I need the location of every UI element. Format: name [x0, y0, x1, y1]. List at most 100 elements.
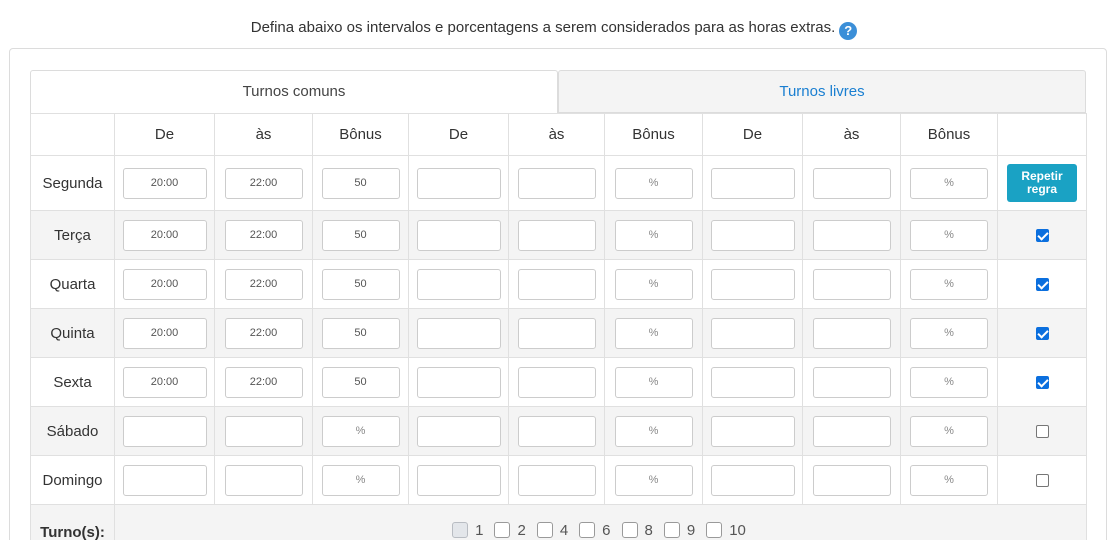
bonus-input[interactable] [321, 219, 400, 251]
to-input[interactable] [517, 167, 596, 199]
tab-turnos-comuns[interactable]: Turnos comuns [30, 70, 558, 113]
turno-checkbox[interactable] [494, 522, 511, 539]
to-input[interactable] [812, 415, 891, 447]
bonus-input[interactable] [614, 366, 693, 398]
from-input[interactable] [710, 219, 795, 251]
row-action-cell: Repetir regra [997, 155, 1087, 211]
to-input[interactable] [224, 415, 303, 447]
bonus-input[interactable] [614, 268, 693, 300]
tab-turnos-livres[interactable]: Turnos livres [558, 70, 1086, 113]
to-input[interactable] [517, 268, 596, 300]
table-cell [702, 155, 803, 211]
from-input[interactable] [416, 219, 501, 251]
from-input[interactable] [710, 167, 795, 199]
from-input[interactable] [122, 415, 207, 447]
to-input[interactable] [517, 317, 596, 349]
table-cell [900, 259, 998, 309]
to-input[interactable] [517, 219, 596, 251]
to-input[interactable] [812, 167, 891, 199]
to-input[interactable] [224, 317, 303, 349]
from-input[interactable] [416, 464, 501, 496]
column-header: Bônus [312, 113, 409, 156]
table-cell [802, 455, 901, 505]
bonus-input[interactable] [910, 464, 988, 496]
turno-option: 1 [452, 522, 483, 539]
from-input[interactable] [416, 167, 501, 199]
from-input[interactable] [710, 366, 795, 398]
table-cell [508, 210, 605, 260]
from-input[interactable] [122, 464, 207, 496]
turno-checkbox[interactable] [536, 522, 553, 539]
repeat-rule-checkbox[interactable] [1035, 376, 1049, 390]
help-icon[interactable]: ? [839, 22, 858, 40]
repeat-rule-checkbox[interactable] [1035, 327, 1049, 341]
turno-checkbox[interactable] [663, 522, 680, 539]
to-input[interactable] [812, 219, 891, 251]
bonus-input[interactable] [910, 415, 988, 447]
table-cell [802, 406, 901, 456]
to-input[interactable] [812, 366, 891, 398]
turno-option[interactable]: 9 [663, 522, 695, 539]
from-input[interactable] [122, 317, 207, 349]
turno-option-label: 1 [475, 521, 484, 539]
repeat-rule-checkbox[interactable] [1035, 425, 1049, 439]
from-input[interactable] [416, 268, 501, 300]
from-input[interactable] [710, 415, 795, 447]
bonus-input[interactable] [614, 464, 693, 496]
from-input[interactable] [416, 415, 501, 447]
turno-option[interactable]: 10 [706, 522, 746, 539]
bonus-input[interactable] [321, 464, 400, 496]
table-cell [214, 357, 313, 407]
bonus-input[interactable] [321, 366, 400, 398]
bonus-input[interactable] [910, 219, 988, 251]
bonus-input[interactable] [614, 317, 693, 349]
bonus-input[interactable] [614, 219, 693, 251]
table-cell [508, 357, 605, 407]
to-input[interactable] [517, 366, 596, 398]
turno-checkbox[interactable] [579, 522, 596, 539]
turno-option[interactable]: 6 [579, 522, 611, 539]
from-input[interactable] [416, 317, 501, 349]
from-input[interactable] [122, 219, 207, 251]
table-cell [312, 455, 409, 505]
to-input[interactable] [517, 464, 596, 496]
bonus-input[interactable] [614, 167, 693, 199]
from-input[interactable] [122, 167, 207, 199]
bonus-input[interactable] [321, 268, 400, 300]
turno-option[interactable]: 8 [621, 522, 653, 539]
from-input[interactable] [122, 366, 207, 398]
bonus-input[interactable] [614, 415, 693, 447]
bonus-input[interactable] [910, 167, 988, 199]
from-input[interactable] [710, 464, 795, 496]
repeat-rule-checkbox[interactable] [1035, 229, 1049, 243]
bonus-input[interactable] [321, 167, 400, 199]
turno-checkbox[interactable] [621, 522, 638, 539]
to-input[interactable] [812, 317, 891, 349]
to-input[interactable] [812, 464, 891, 496]
from-input[interactable] [710, 268, 795, 300]
to-input[interactable] [224, 219, 303, 251]
column-header: às [802, 113, 901, 156]
to-input[interactable] [812, 268, 891, 300]
to-input[interactable] [224, 167, 303, 199]
bonus-input[interactable] [910, 317, 988, 349]
bonus-input[interactable] [910, 366, 988, 398]
repeat-rule-checkbox[interactable] [1035, 278, 1049, 292]
to-input[interactable] [517, 415, 596, 447]
table-row: Terça [30, 210, 1087, 260]
turno-option[interactable]: 4 [536, 522, 568, 539]
bonus-input[interactable] [321, 317, 400, 349]
to-input[interactable] [224, 366, 303, 398]
turno-checkbox[interactable] [706, 522, 723, 539]
from-input[interactable] [122, 268, 207, 300]
bonus-input[interactable] [321, 415, 400, 447]
repeat-rule-button[interactable]: Repetir regra [1007, 164, 1077, 202]
repeat-rule-checkbox[interactable] [1035, 474, 1049, 488]
to-input[interactable] [224, 268, 303, 300]
from-input[interactable] [710, 317, 795, 349]
to-input[interactable] [224, 464, 303, 496]
table-cell [604, 455, 703, 505]
from-input[interactable] [416, 366, 501, 398]
bonus-input[interactable] [910, 268, 988, 300]
turno-option[interactable]: 2 [494, 522, 526, 539]
